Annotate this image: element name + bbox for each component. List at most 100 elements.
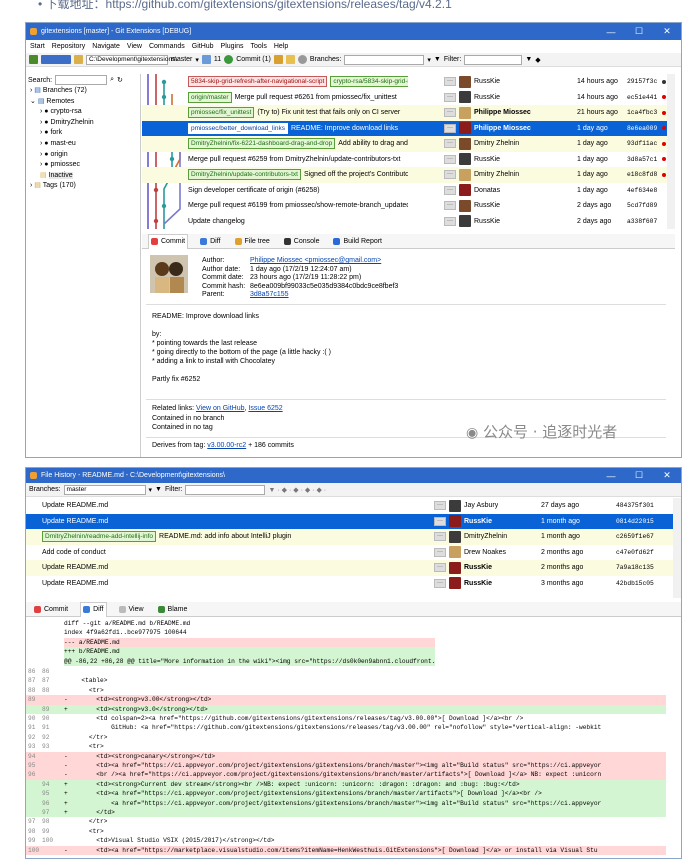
history-filter-options-icon[interactable]: ▼ · ◆ · ◆ · ◆ · ◆ · bbox=[268, 486, 326, 494]
commit-button[interactable]: Commit (1) bbox=[236, 56, 271, 63]
tree-remotes[interactable]: ⌄ ▤ Remotes bbox=[30, 97, 140, 108]
filter-options-icon[interactable]: ▼ bbox=[525, 56, 532, 63]
commit-row[interactable]: pmiossec/better_download_links README: Im… bbox=[142, 120, 667, 136]
ref-badge[interactable]: crypto-rsa/5834-skip-grid-refresh... bbox=[330, 76, 408, 88]
derives-tag-link[interactable]: v3.00.00-rc2 bbox=[207, 442, 246, 449]
branch-dropdown-icon[interactable]: ▾ bbox=[195, 56, 199, 64]
menu-item-github[interactable]: GitHub bbox=[192, 43, 214, 50]
branch-selector[interactable]: master bbox=[171, 56, 192, 63]
more-dots[interactable]: ··· bbox=[434, 532, 446, 542]
tab-file-tree[interactable]: File tree bbox=[233, 234, 272, 249]
menu-item-start[interactable]: Start bbox=[30, 43, 45, 50]
tree-remote-pmiossec[interactable]: › ● pmiossec bbox=[30, 160, 140, 171]
history-close-icon[interactable]: ✕ bbox=[653, 470, 681, 481]
history-branch-dropdown-icon[interactable]: ▾ bbox=[149, 486, 153, 494]
menu-item-commands[interactable]: Commands bbox=[149, 43, 185, 50]
history-branch-input[interactable]: master bbox=[63, 484, 146, 495]
close-icon[interactable]: ✕ bbox=[653, 26, 681, 37]
history-row[interactable]: Update README.md ··· RussKie 1 month ago 081… bbox=[26, 513, 673, 529]
maximize-icon[interactable]: ☐ bbox=[625, 26, 653, 37]
more-dots[interactable]: ··· bbox=[434, 578, 446, 588]
folder-icon[interactable] bbox=[74, 55, 83, 64]
commit-row[interactable]: DmitryZhelnin/fix-6221-dashboard-drag-an… bbox=[142, 136, 667, 152]
history-funnel-icon[interactable]: ▼ bbox=[155, 486, 162, 493]
ref-badge[interactable]: pmiossec/fix_unittest bbox=[188, 107, 255, 119]
tree-remote-inactive[interactable]: ▤ Inactive bbox=[30, 171, 140, 182]
commit-row[interactable]: origin/master Merge pull request #6261 fr… bbox=[142, 90, 667, 106]
minimize-icon[interactable]: — bbox=[597, 27, 625, 37]
more-dots[interactable]: ··· bbox=[444, 216, 456, 226]
more-dots[interactable]: ··· bbox=[434, 563, 446, 573]
history-row[interactable]: Add code of conduct ··· Drew Noakes 2 month… bbox=[26, 545, 673, 561]
commit-row[interactable]: Sign developer certificate of origin (#6… bbox=[142, 183, 667, 199]
more-dots[interactable]: ··· bbox=[434, 547, 446, 557]
commit-row[interactable]: Merge pull request #6259 from DmitryZhel… bbox=[142, 152, 667, 168]
history-maximize-icon[interactable]: ☐ bbox=[625, 470, 653, 481]
branches-filter-dropdown-icon[interactable]: ▾ bbox=[427, 56, 431, 64]
more-dots[interactable]: ··· bbox=[444, 92, 456, 102]
ref-badge[interactable]: 5834-skip-grid-refresh-after-navigationa… bbox=[188, 76, 328, 88]
branches-filter-input[interactable] bbox=[344, 54, 425, 65]
ref-badge[interactable]: DmitryZhelnin/readme-add-intellij-info bbox=[42, 531, 157, 543]
more-dots[interactable]: ··· bbox=[444, 154, 456, 164]
menu-item-view[interactable]: View bbox=[127, 43, 142, 50]
push-icon[interactable] bbox=[273, 55, 283, 64]
tree-branches[interactable]: › ▤ Branches (72) bbox=[30, 86, 140, 97]
stash-icon[interactable] bbox=[285, 55, 295, 64]
tree-remote-mast-eu[interactable]: › ● mast-eu bbox=[30, 139, 140, 150]
commit-row[interactable]: DmitryZhelnin/update-contributors-txt Sig… bbox=[142, 167, 667, 183]
pull-icon[interactable] bbox=[201, 55, 211, 64]
more-dots[interactable]: ··· bbox=[444, 108, 456, 118]
history-tab-diff[interactable]: Diff bbox=[80, 601, 107, 617]
commit-row[interactable]: Merge pull request #6199 from pmiossec/s… bbox=[142, 198, 667, 214]
tree-remote-origin[interactable]: › ● origin bbox=[30, 150, 140, 161]
commit-icon[interactable] bbox=[224, 55, 234, 64]
filter-funnel-icon[interactable]: ▼ bbox=[434, 56, 441, 63]
view-on-github-link[interactable]: View on GitHub bbox=[196, 405, 245, 412]
history-row[interactable]: Update README.md ··· Jay Asbury 27 days ago… bbox=[26, 498, 673, 514]
tree-remote-crypto-rsa[interactable]: › ● crypto-rsa bbox=[30, 107, 140, 118]
tree-search-icon[interactable]: ⌕ bbox=[110, 76, 114, 84]
ref-badge[interactable]: origin/master bbox=[188, 91, 232, 103]
ref-badge[interactable]: pmiossec/better_download_links bbox=[188, 122, 288, 134]
tab-diff[interactable]: Diff bbox=[198, 234, 222, 249]
tree-tags[interactable]: › ▤ Tags (170) bbox=[30, 181, 140, 192]
detail-value[interactable]: 3d8a57c155 bbox=[250, 291, 398, 300]
history-tab-commit[interactable]: Commit bbox=[32, 602, 70, 617]
more-dots[interactable]: ··· bbox=[434, 516, 446, 526]
tree-refresh-icon[interactable]: ↻ bbox=[117, 76, 123, 84]
more-dots[interactable]: ··· bbox=[444, 201, 456, 211]
tab-commit[interactable]: Commit bbox=[148, 233, 189, 249]
history-minimize-icon[interactable]: — bbox=[597, 471, 625, 481]
detail-value[interactable]: Philippe Miossec <pmiossec@gmail.com> bbox=[250, 257, 398, 266]
commit-row[interactable]: 5834-skip-grid-refresh-after-navigationa… bbox=[142, 74, 667, 90]
filter-arrow-icon[interactable]: ◆ bbox=[535, 56, 540, 64]
layout-icon[interactable] bbox=[41, 55, 71, 64]
more-dots[interactable]: ··· bbox=[434, 501, 446, 511]
menu-item-plugins[interactable]: Plugins bbox=[221, 43, 244, 50]
ref-badge[interactable]: DmitryZhelnin/update-contributors-txt bbox=[188, 169, 301, 181]
more-dots[interactable]: ··· bbox=[444, 185, 456, 195]
tab-build-report[interactable]: Build Report bbox=[331, 234, 384, 249]
history-tab-blame[interactable]: Blame bbox=[156, 602, 190, 617]
more-dots[interactable]: ··· bbox=[444, 123, 456, 133]
tab-console[interactable]: Console bbox=[282, 234, 322, 249]
history-grid-scrollbar[interactable] bbox=[673, 498, 681, 598]
filter-input[interactable] bbox=[464, 54, 523, 65]
history-row[interactable]: Update README.md ··· RussKie 2 months ago 7a… bbox=[26, 560, 673, 576]
tree-remote-dmitryzhelnin[interactable]: › ● DmitryZhelnin bbox=[30, 118, 140, 129]
menu-item-tools[interactable]: Tools bbox=[251, 43, 267, 50]
history-tab-view[interactable]: View bbox=[117, 602, 146, 617]
menu-item-help[interactable]: Help bbox=[274, 43, 288, 50]
settings-icon[interactable] bbox=[297, 55, 307, 64]
grid-scrollbar[interactable] bbox=[667, 74, 675, 229]
issue-link[interactable]: Issue 6252 bbox=[248, 405, 282, 412]
more-dots[interactable]: ··· bbox=[444, 77, 456, 87]
menu-item-repository[interactable]: Repository bbox=[52, 43, 85, 50]
tree-search-input[interactable] bbox=[55, 75, 108, 85]
dashboard-icon[interactable] bbox=[29, 55, 38, 64]
repo-path-input[interactable]: C:\Development\gitextensions\ bbox=[86, 54, 177, 65]
history-row[interactable]: Update README.md ··· RussKie 3 months ago 42… bbox=[26, 576, 673, 592]
more-dots[interactable]: ··· bbox=[444, 170, 456, 180]
history-filter-input[interactable] bbox=[185, 484, 266, 495]
